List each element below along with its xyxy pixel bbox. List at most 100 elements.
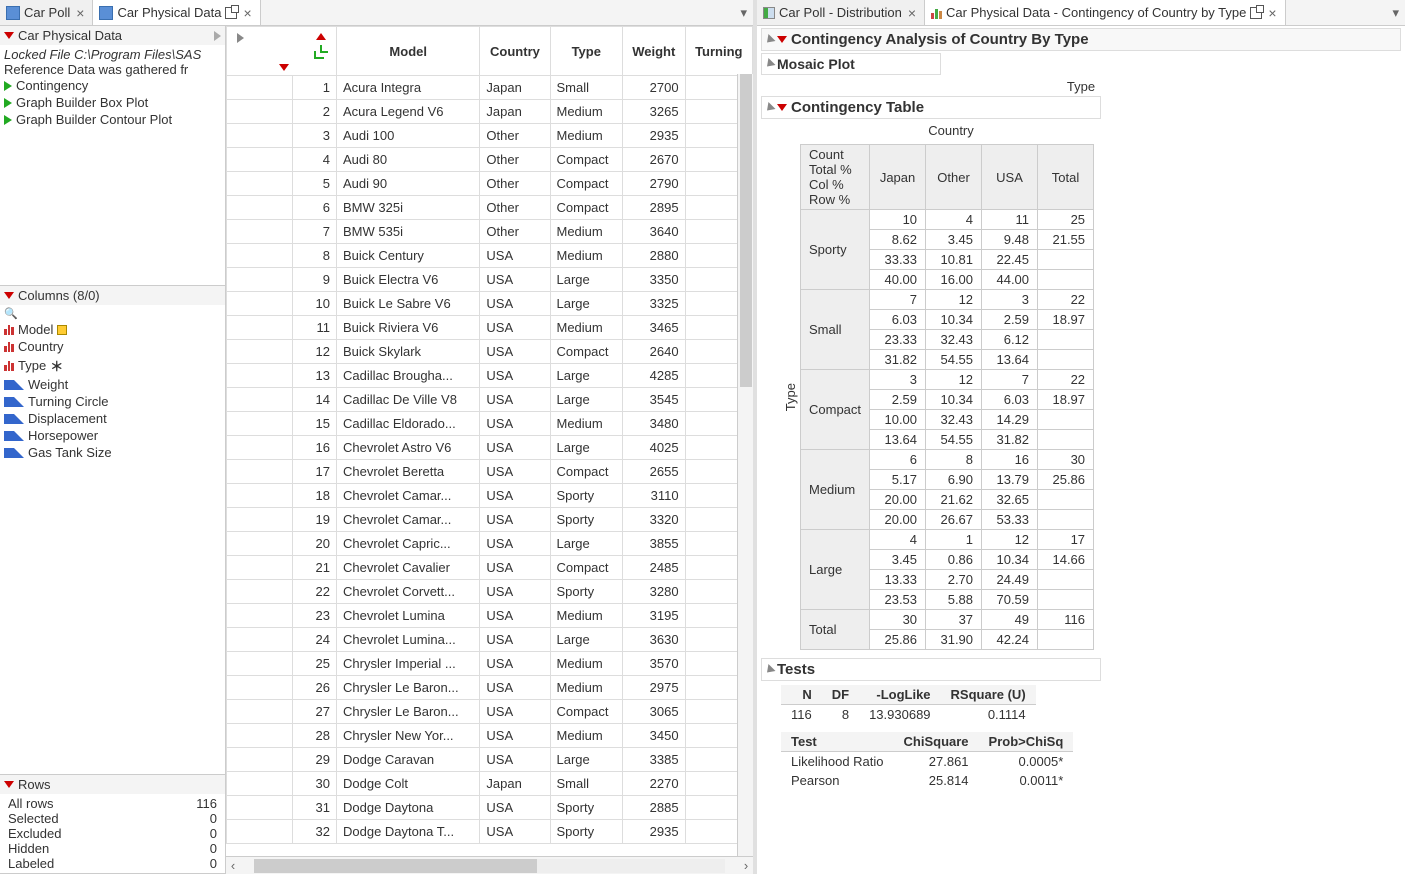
table-row[interactable]: 7 BMW 535i Other Medium 3640 [227, 220, 753, 244]
tab-car-physical-data-contingency-of-country-by-type[interactable]: Car Physical Data - Contingency of Count… [925, 0, 1286, 25]
cell-weight[interactable]: 3350 [623, 268, 686, 292]
popout-icon[interactable] [225, 7, 237, 19]
table-row[interactable]: 12 Buick Skylark USA Compact 2640 [227, 340, 753, 364]
row-number[interactable]: 20 [293, 532, 337, 556]
row-marker[interactable] [227, 796, 293, 820]
red-triangle-icon[interactable] [777, 36, 787, 43]
cell-weight[interactable]: 3545 [623, 388, 686, 412]
table-script-item[interactable]: Contingency [4, 77, 221, 94]
close-icon[interactable]: × [74, 5, 86, 21]
cell-weight[interactable]: 3570 [623, 652, 686, 676]
cell-model[interactable]: Buick Le Sabre V6 [337, 292, 480, 316]
cell-country[interactable]: USA [480, 484, 550, 508]
table-script-item[interactable]: Graph Builder Contour Plot [4, 111, 221, 128]
cell-type[interactable]: Compact [550, 700, 623, 724]
cell-weight[interactable]: 2880 [623, 244, 686, 268]
analysis-header[interactable]: Contingency Analysis of Country By Type [761, 28, 1401, 51]
row-number[interactable]: 5 [293, 172, 337, 196]
table-row[interactable]: 3 Audi 100 Other Medium 2935 [227, 124, 753, 148]
table-row[interactable]: 6 BMW 325i Other Compact 2895 [227, 196, 753, 220]
row-number[interactable]: 16 [293, 436, 337, 460]
cell-type[interactable]: Small [550, 772, 623, 796]
table-script-item[interactable]: Graph Builder Box Plot [4, 94, 221, 111]
row-number[interactable]: 31 [293, 796, 337, 820]
cell-model[interactable]: Chevrolet Lumina [337, 604, 480, 628]
row-number[interactable]: 13 [293, 364, 337, 388]
row-number[interactable]: 2 [293, 100, 337, 124]
close-icon[interactable]: × [906, 5, 918, 21]
row-number[interactable]: 24 [293, 628, 337, 652]
tab-menu-button[interactable]: ▾ [1386, 0, 1405, 25]
table-row[interactable]: 4 Audi 80 Other Compact 2670 [227, 148, 753, 172]
cell-model[interactable]: Buick Century [337, 244, 480, 268]
cell-type[interactable]: Medium [550, 244, 623, 268]
cell-country[interactable]: Other [480, 148, 550, 172]
table-row[interactable]: 1 Acura Integra Japan Small 2700 [227, 76, 753, 100]
cell-model[interactable]: Buick Electra V6 [337, 268, 480, 292]
data-table-scroll[interactable]: Model Country Type Weight Turning 1 Acur… [226, 26, 753, 856]
cell-country[interactable]: Other [480, 172, 550, 196]
cell-country[interactable]: USA [480, 292, 550, 316]
cell-model[interactable]: Dodge Colt [337, 772, 480, 796]
col-header-country[interactable]: Country [480, 27, 550, 76]
table-row[interactable]: 29 Dodge Caravan USA Large 3385 [227, 748, 753, 772]
tab-car-physical-data[interactable]: Car Physical Data × [93, 0, 260, 25]
stairstep-icon[interactable] [314, 51, 324, 59]
cell-weight[interactable]: 2700 [623, 76, 686, 100]
cell-country[interactable]: USA [480, 700, 550, 724]
row-marker[interactable] [227, 364, 293, 388]
row-number[interactable]: 15 [293, 412, 337, 436]
cell-country[interactable]: USA [480, 244, 550, 268]
columns-panel-header[interactable]: Columns (8/0) [0, 286, 225, 305]
disclosure-icon[interactable] [763, 101, 775, 113]
cell-country[interactable]: USA [480, 388, 550, 412]
red-triangle-icon[interactable] [4, 781, 14, 788]
row-marker[interactable] [227, 652, 293, 676]
table-row[interactable]: 32 Dodge Daytona T... USA Sporty 2935 [227, 820, 753, 844]
cell-type[interactable]: Large [550, 436, 623, 460]
horizontal-scrollbar[interactable]: ‹ › [226, 856, 753, 874]
row-marker[interactable] [227, 748, 293, 772]
disclosure-icon[interactable] [763, 663, 775, 675]
cell-type[interactable]: Medium [550, 100, 623, 124]
row-marker[interactable] [227, 412, 293, 436]
cell-model[interactable]: Chevrolet Lumina... [337, 628, 480, 652]
column-item[interactable]: Weight [0, 376, 225, 393]
row-marker[interactable] [227, 340, 293, 364]
cell-country[interactable]: USA [480, 340, 550, 364]
cell-weight[interactable]: 3320 [623, 508, 686, 532]
tests-header[interactable]: Tests [761, 658, 1101, 681]
row-number[interactable]: 23 [293, 604, 337, 628]
row-marker[interactable] [227, 124, 293, 148]
cell-country[interactable]: Other [480, 124, 550, 148]
cell-weight[interactable]: 3325 [623, 292, 686, 316]
row-marker[interactable] [227, 460, 293, 484]
cell-weight[interactable]: 3065 [623, 700, 686, 724]
row-number[interactable]: 27 [293, 700, 337, 724]
table-row[interactable]: 22 Chevrolet Corvett... USA Sporty 3280 [227, 580, 753, 604]
cell-country[interactable]: USA [480, 796, 550, 820]
red-triangle-icon[interactable] [4, 292, 14, 299]
cell-weight[interactable]: 3480 [623, 412, 686, 436]
cell-country[interactable]: USA [480, 412, 550, 436]
row-marker[interactable] [227, 508, 293, 532]
cell-model[interactable]: Buick Skylark [337, 340, 480, 364]
col-header-type[interactable]: Type [550, 27, 623, 76]
cell-type[interactable]: Medium [550, 676, 623, 700]
cell-model[interactable]: BMW 325i [337, 196, 480, 220]
cell-weight[interactable]: 2270 [623, 772, 686, 796]
row-marker[interactable] [227, 556, 293, 580]
cell-model[interactable]: Audi 90 [337, 172, 480, 196]
table-row[interactable]: 26 Chrysler Le Baron... USA Medium 2975 [227, 676, 753, 700]
table-row[interactable]: 5 Audi 90 Other Compact 2790 [227, 172, 753, 196]
cell-model[interactable]: Cadillac Eldorado... [337, 412, 480, 436]
cell-type[interactable]: Sporty [550, 580, 623, 604]
sel-menu-icon[interactable] [279, 64, 289, 71]
table-row[interactable]: 14 Cadillac De Ville V8 USA Large 3545 [227, 388, 753, 412]
cell-country[interactable]: USA [480, 268, 550, 292]
row-marker[interactable] [227, 772, 293, 796]
table-row[interactable]: 2 Acura Legend V6 Japan Medium 3265 [227, 100, 753, 124]
table-row[interactable]: 31 Dodge Daytona USA Sporty 2885 [227, 796, 753, 820]
cell-model[interactable]: Chrysler Le Baron... [337, 676, 480, 700]
cell-weight[interactable]: 3855 [623, 532, 686, 556]
